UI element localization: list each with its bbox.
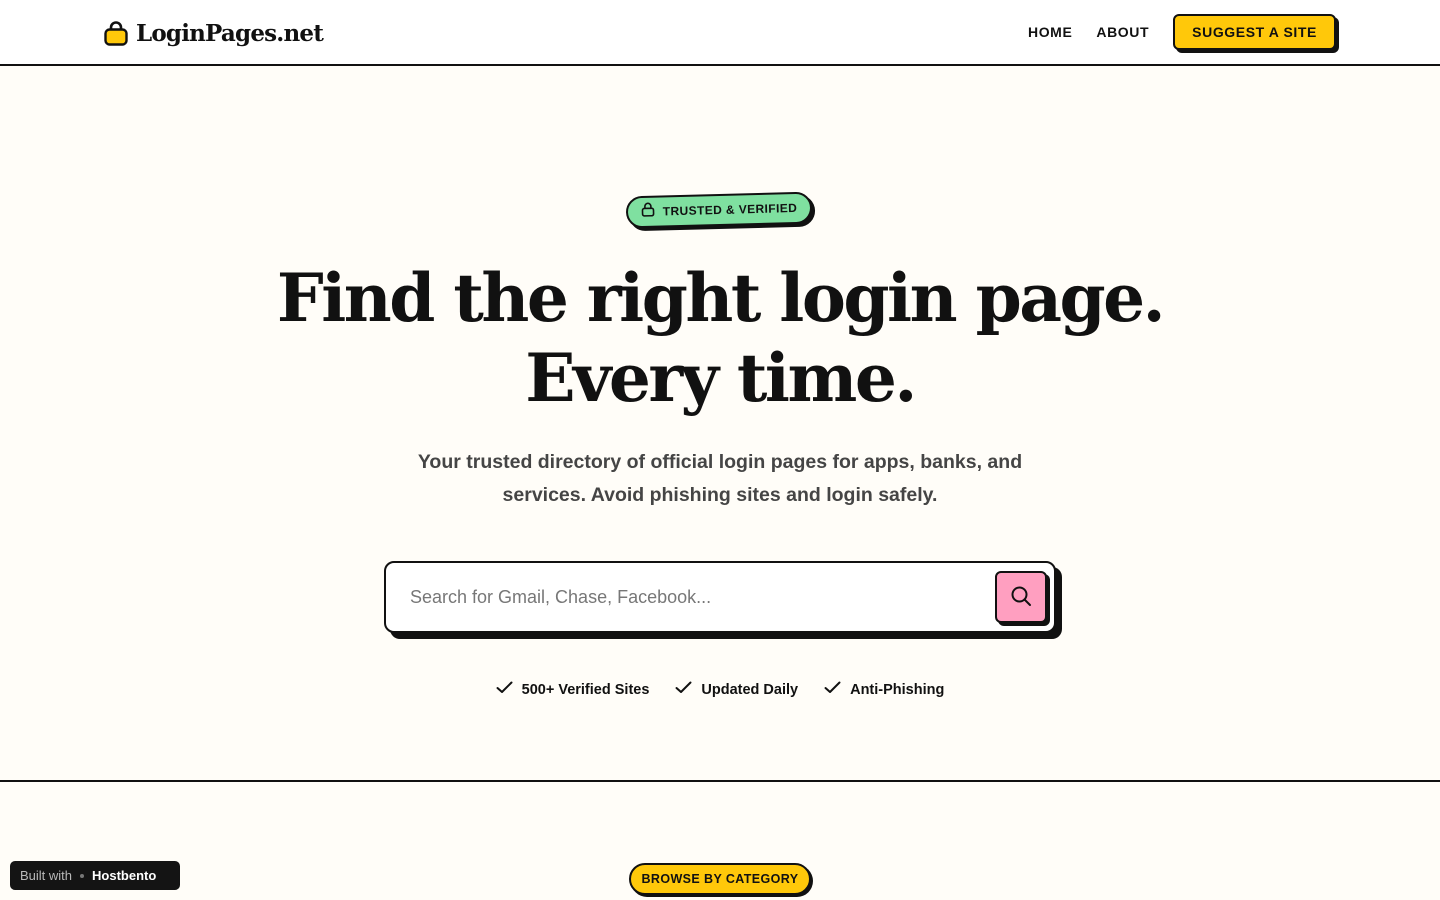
search-button[interactable] — [995, 571, 1047, 623]
site-logo[interactable]: LoginPages.net — [104, 18, 324, 48]
built-with-badge[interactable]: Built with Hostbento — [10, 861, 180, 890]
feature-item: 500+ Verified Sites — [496, 681, 650, 699]
logo-text: LoginPages.net — [136, 19, 324, 47]
built-with-label: Built with — [20, 868, 73, 883]
separator-dot-icon — [80, 873, 85, 878]
search-input[interactable] — [410, 579, 970, 615]
check-icon — [675, 681, 692, 699]
feature-label: Anti-Phishing — [850, 682, 945, 698]
feature-list: 500+ Verified Sites Updated Daily Anti-P… — [0, 678, 1440, 702]
hero-section: TRUSTED & VERIFIED Find the right login … — [0, 66, 1440, 782]
suggest-site-button[interactable]: SUGGEST A SITE — [1173, 14, 1336, 50]
browse-by-category-button[interactable]: BROWSE BY CATEGORY — [629, 863, 811, 895]
lock-icon — [104, 20, 128, 46]
built-with-brand: Hostbento — [92, 868, 157, 883]
hero-headline: Find the right login page. Every time. — [0, 258, 1440, 418]
headline-line-2: Every time. — [525, 339, 917, 417]
headline-line-1: Find the right login page. — [276, 259, 1166, 337]
lock-outline-icon — [640, 202, 655, 222]
check-icon — [824, 681, 841, 699]
badge-text: TRUSTED & VERIFIED — [662, 200, 798, 219]
feature-label: Updated Daily — [701, 682, 799, 698]
search-icon — [1010, 585, 1032, 610]
main-nav: HOME ABOUT SUGGEST A SITE — [1028, 14, 1336, 50]
trusted-badge: TRUSTED & VERIFIED — [625, 191, 813, 229]
feature-item: Anti-Phishing — [824, 681, 944, 699]
feature-label: 500+ Verified Sites — [521, 682, 650, 698]
check-icon — [496, 681, 513, 699]
search-bar — [384, 561, 1056, 633]
nav-home[interactable]: HOME — [1028, 24, 1072, 40]
nav-about[interactable]: ABOUT — [1096, 24, 1149, 40]
site-header: LoginPages.net HOME ABOUT SUGGEST A SITE — [0, 0, 1440, 66]
hero-subtext: Your trusted directory of official login… — [417, 451, 1023, 506]
feature-item: Updated Daily — [675, 681, 798, 699]
